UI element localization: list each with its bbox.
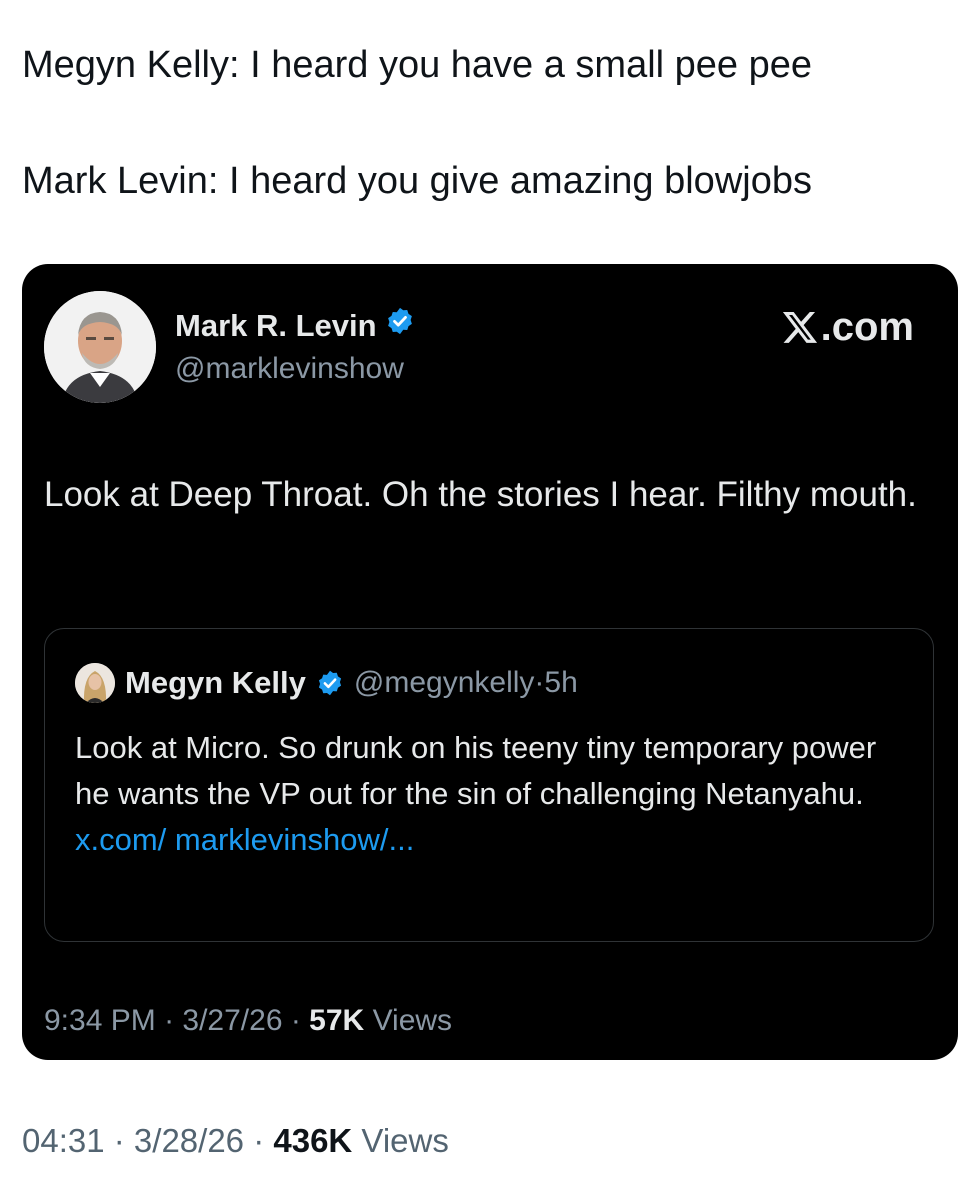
quoted-author-name[interactable]: Megyn Kelly bbox=[125, 665, 306, 701]
author-handle[interactable]: @marklevinshow bbox=[175, 351, 404, 387]
embedded-tweet-meta: 9:34 PM · 3/27/26 · 57K Views bbox=[44, 1002, 452, 1040]
separator: · bbox=[282, 1004, 310, 1037]
quoted-handle-text[interactable]: @megynkelly bbox=[354, 666, 535, 699]
author-name[interactable]: Mark R. Levin bbox=[175, 306, 415, 345]
quoted-age[interactable]: 5h bbox=[544, 666, 577, 699]
x-logo-icon bbox=[782, 311, 817, 343]
separator: · bbox=[155, 1004, 183, 1037]
post-time[interactable]: 04:31 bbox=[22, 1122, 105, 1159]
embedded-tweet-card[interactable]: Mark R. Levin @marklevinshow .com Look a… bbox=[22, 264, 958, 1060]
quoted-tweet-text: Look at Micro. So drunk on his teeny tin… bbox=[75, 725, 905, 863]
post-views-count: 436K bbox=[273, 1122, 353, 1159]
author-name-text[interactable]: Mark R. Levin bbox=[175, 307, 377, 345]
quoted-author-handle[interactable]: @megynkelly·5h bbox=[354, 666, 578, 700]
post-text-line-1: Megyn Kelly: I heard you have a small pe… bbox=[22, 44, 813, 86]
tweet-time[interactable]: 9:34 PM bbox=[44, 1004, 156, 1037]
post-views-label: Views bbox=[361, 1122, 449, 1159]
quoted-tweet-link[interactable]: x.com/ marklevinshow/... bbox=[75, 822, 414, 857]
tweet-views-count: 57K bbox=[309, 1004, 365, 1037]
post-meta: 04:31 · 3/28/26 · 436K Views bbox=[22, 1120, 449, 1162]
quoted-tweet-header: Megyn Kelly @megynkelly·5h bbox=[75, 663, 578, 703]
post-text-line-2: Mark Levin: I heard you give amazing blo… bbox=[22, 160, 812, 202]
quoted-text-body: Look at Micro. So drunk on his teeny tin… bbox=[75, 730, 877, 811]
quoted-tweet[interactable]: Megyn Kelly @megynkelly·5h Look at Micro… bbox=[44, 628, 934, 942]
source-label: .com bbox=[820, 305, 914, 349]
x-com-label[interactable]: .com bbox=[781, 304, 914, 350]
quoted-avatar[interactable] bbox=[75, 663, 115, 703]
quoted-verified-badge-icon bbox=[316, 669, 344, 697]
tweet-date[interactable]: 3/27/26 bbox=[182, 1004, 282, 1037]
post-date[interactable]: 3/28/26 bbox=[134, 1122, 244, 1159]
tweet-views-label: Views bbox=[372, 1004, 453, 1037]
separator: · bbox=[104, 1122, 134, 1159]
separator: · bbox=[244, 1122, 274, 1159]
tweet-text: Look at Deep Throat. Oh the stories I he… bbox=[44, 475, 917, 514]
separator: · bbox=[534, 666, 545, 699]
verified-badge-icon bbox=[385, 306, 415, 345]
avatar[interactable] bbox=[44, 291, 156, 403]
